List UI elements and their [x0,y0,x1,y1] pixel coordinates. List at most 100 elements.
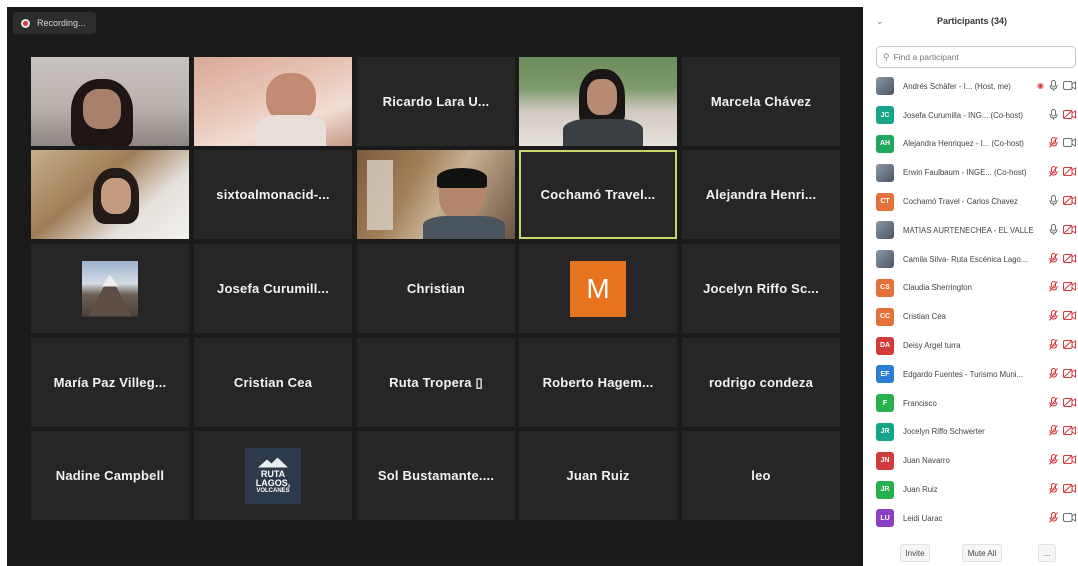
video-tile-feed[interactable] [31,150,189,239]
participant-name: Josefa Curumill... [217,281,329,296]
video-tile[interactable]: Ruta Tropera ▯ [357,338,515,427]
video-tile[interactable]: Christian [357,244,515,333]
participant-row[interactable]: CT Cochamó Travel - Carlos Chavez [876,187,1076,216]
recording-indicator[interactable]: Recording... [13,12,96,34]
video-tile[interactable]: Alejandra Henri... [682,150,840,239]
participant-name: Cristian Cea [233,375,313,390]
participant-row[interactable]: Erwin Faulbaum - INGE... (Co-host) [876,158,1076,187]
mic-muted-icon[interactable] [1049,339,1058,352]
video-tile[interactable]: Juan Ruiz [519,431,677,520]
mic-muted-icon[interactable] [1049,367,1058,381]
participant-name: Christian [406,281,466,296]
avatar: F [876,394,894,413]
camera-off-icon[interactable] [1063,340,1076,351]
avatar: CS [876,278,894,297]
video-tile-feed[interactable] [31,57,189,146]
participant-row[interactable]: JN Juan Navarro [876,446,1076,475]
camera-off-icon[interactable] [1063,253,1076,265]
participant-row[interactable]: Andrés Schäfer - I... (Host, me) ◉ [876,72,1076,101]
camera-off-icon[interactable] [1063,109,1076,121]
video-tile[interactable]: M [519,244,677,333]
mic-muted-icon[interactable] [1049,252,1058,266]
participant-name: Francisco [903,398,937,408]
video-tile[interactable]: Roberto Hagem... [519,338,677,427]
video-tile-feed[interactable] [194,57,352,146]
mic-icon[interactable] [1049,195,1058,208]
mic-icon[interactable] [1049,79,1058,93]
mic-icon[interactable] [1049,223,1058,237]
participant-name: Juan Navarro [903,456,950,466]
mic-muted-icon[interactable] [1049,454,1058,467]
mic-muted-icon[interactable] [1049,396,1058,410]
participant-row[interactable]: Camila Silva- Ruta Escénica Lago... [876,245,1076,274]
video-tile[interactable] [31,244,189,333]
video-tile[interactable]: Ricardo Lara U... [357,57,515,146]
avatar: JC [876,106,894,125]
mic-muted-icon[interactable] [1049,511,1058,525]
participant-row[interactable]: CC Cristian Cea [876,302,1076,331]
video-tile[interactable]: Sol Bustamante.... [357,431,515,520]
video-tile[interactable]: Josefa Curumill... [194,244,352,333]
camera-off-icon[interactable] [1063,484,1076,495]
video-tile-feed[interactable] [357,150,515,239]
avatar [876,221,894,240]
avatar [876,77,894,96]
video-tile[interactable]: rodrigo condeza [682,338,840,427]
search-input[interactable] [893,52,1064,62]
participant-row[interactable]: DA Deisy Argel turra [876,331,1076,360]
video-tile[interactable]: Marcela Chávez [682,57,840,146]
participant-row[interactable]: EF Edgardo Fuentes - Turismo Muni... [876,360,1076,389]
camera-off-icon[interactable] [1063,455,1076,466]
participant-name: Andrés Schäfer - I... (Host, me) [903,81,1011,91]
panel-header: ⌄ Participants (34) [866,14,1078,32]
participant-row[interactable]: MATIAS AURTENECHEA - EL VALLE [876,216,1076,245]
mic-muted-icon[interactable] [1049,166,1058,179]
camera-icon[interactable] [1063,138,1076,149]
participant-name: Roberto Hagem... [542,375,654,390]
search-box[interactable]: ⚲ [876,46,1076,68]
participant-row[interactable]: JC Josefa Curumilla - ING... (Co-host) [876,101,1076,130]
camera-off-icon[interactable] [1063,224,1076,236]
video-tile[interactable]: Jocelyn Riffo Sc... [682,244,840,333]
camera-off-icon[interactable] [1063,397,1076,409]
profile-picture-mountain [82,260,138,317]
mic-muted-icon[interactable] [1049,281,1058,294]
video-tile[interactable]: Cristian Cea [194,338,352,427]
participant-row[interactable]: JR Juan Ruiz [876,475,1076,504]
mic-muted-icon[interactable] [1049,310,1058,323]
participant-row[interactable]: AH Alejandra Henriquez - I... (Co-host) [876,130,1076,159]
camera-icon[interactable] [1063,80,1076,92]
video-tile[interactable]: leo [682,431,840,520]
participant-name: Ruta Tropera ▯ [389,374,483,390]
participant-name: leo [751,468,771,483]
camera-off-icon[interactable] [1063,426,1076,437]
participant-row[interactable]: JR Jocelyn Riffo Schwerter [876,418,1076,447]
camera-icon[interactable] [1063,512,1076,524]
camera-off-icon[interactable] [1063,167,1076,178]
mic-muted-icon[interactable] [1049,483,1058,496]
video-tile[interactable]: María Paz Villeg... [31,338,189,427]
camera-off-icon[interactable] [1063,311,1076,322]
participant-name: Cristian Cea [903,312,946,322]
participant-row[interactable]: LU Leidi Uarac [876,504,1076,533]
camera-off-icon[interactable] [1063,368,1076,380]
more-button[interactable]: ... [1038,544,1056,562]
participant-row[interactable]: CS Claudia Sherrington [876,274,1076,303]
camera-off-icon[interactable] [1063,196,1076,207]
video-tile[interactable]: sixtoalmonacid-... [194,150,352,239]
video-tile[interactable]: Nadine Campbell [31,431,189,520]
video-tile[interactable]: Cochamó Travel... [519,150,677,239]
mute-all-button[interactable]: Mute All [962,544,1002,562]
search-icon: ⚲ [883,51,890,62]
video-tile[interactable]: RUTA LAGOS, VOLCANES [194,431,352,520]
avatar: LU [876,509,894,528]
video-tile-feed[interactable] [519,57,677,146]
mic-icon[interactable] [1049,108,1058,122]
invite-button[interactable]: Invite [900,544,930,562]
mic-muted-icon[interactable] [1049,137,1058,150]
participant-name: MATIAS AURTENECHEA - EL VALLE [903,225,1034,235]
participant-row[interactable]: F Francisco [876,389,1076,418]
participant-name: rodrigo condeza [708,375,814,390]
mic-muted-icon[interactable] [1049,425,1058,438]
camera-off-icon[interactable] [1063,282,1076,293]
